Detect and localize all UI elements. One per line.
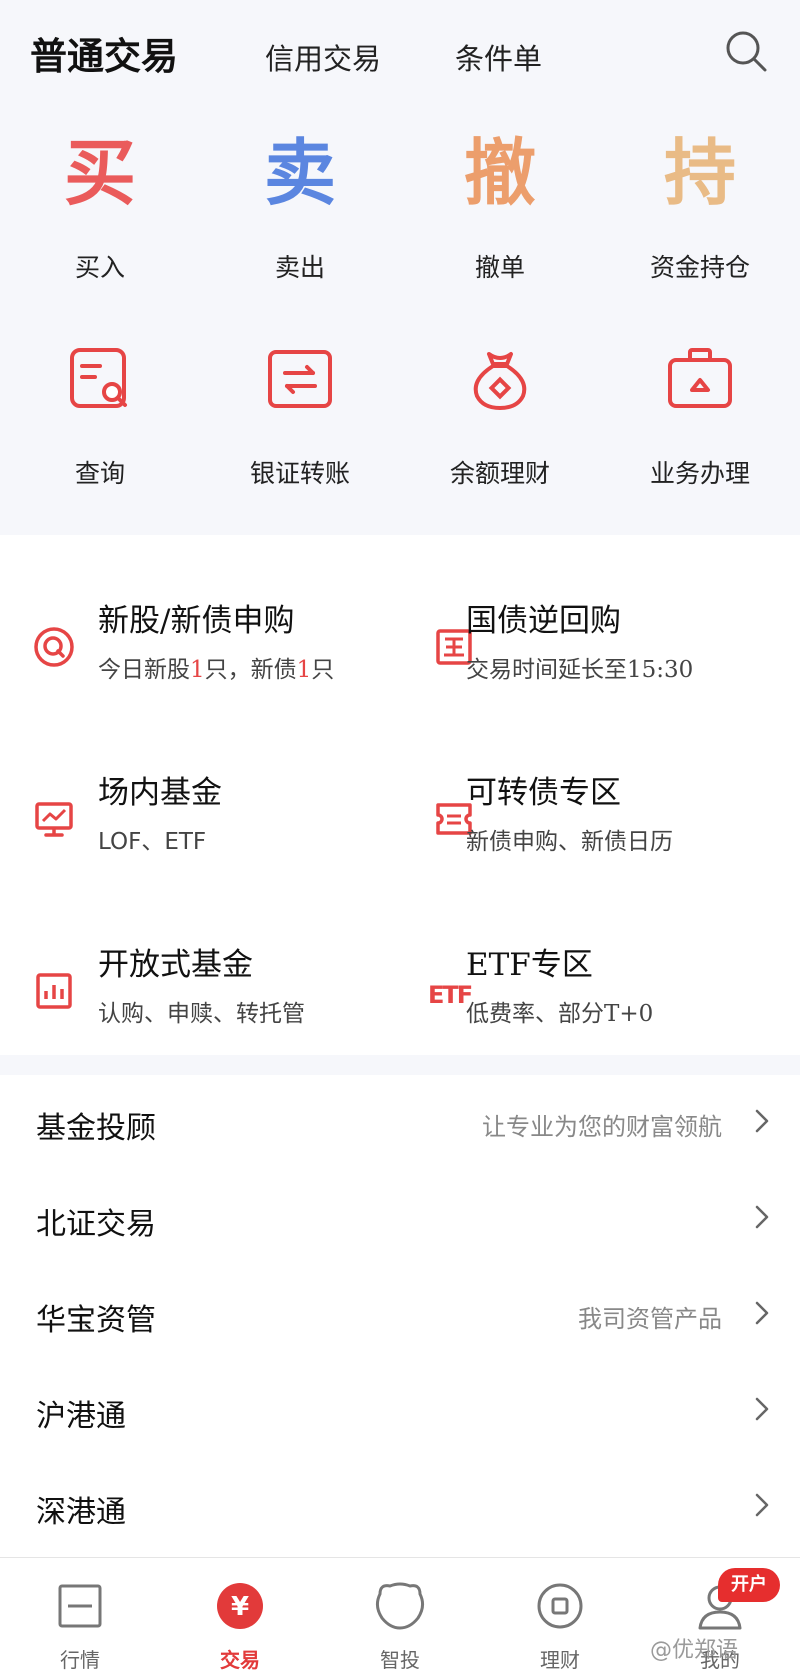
etf-zone-subtitle: 低费率、部分T+0 [466, 1001, 654, 1027]
feature-grid: 新股/新债申购 今日新股1只，新债1只 国债逆回购 交易时间延长至15:30 场… [0, 535, 800, 1055]
treasury-subtitle: 交易时间延长至15:30 [466, 657, 694, 683]
search-icon[interactable] [722, 27, 770, 75]
list-item-desc: 我司资管产品 [578, 1305, 722, 1333]
smart-invest-icon [375, 1582, 425, 1630]
list-item-label: 北证交易 [36, 1207, 156, 1242]
nav-wealth-label: 理财 [540, 1648, 580, 1672]
list-item-desc: 让专业为您的财富领航 [482, 1113, 722, 1141]
list-item-label: 深港通 [36, 1495, 126, 1530]
exchange-fund-entry[interactable]: 场内基金 LOF、ETF [0, 747, 400, 917]
nav-wealth[interactable]: 理财 [480, 1558, 640, 1679]
bank-transfer-button[interactable]: 银证转账 [200, 344, 400, 490]
open-fund-title: 开放式基金 [98, 947, 253, 983]
list-item-fund-advisory[interactable]: 基金投顾 让专业为您的财富领航 [0, 1075, 800, 1171]
convertible-bond-title: 可转债专区 [466, 775, 621, 811]
chevron-right-icon [755, 1205, 769, 1229]
chevron-right-icon [755, 1493, 769, 1517]
sell-label: 卖出 [274, 253, 325, 282]
tab-margin-trade[interactable]: 信用交易 [265, 36, 381, 78]
convertible-bond-subtitle: 新债申购、新债日历 [466, 829, 673, 855]
treasury-title: 国债逆回购 [466, 603, 621, 639]
query-icon [70, 348, 127, 408]
chevron-right-icon [755, 1397, 769, 1421]
transfer-icon [268, 350, 332, 408]
nav-smart-invest[interactable]: 智投 [320, 1558, 480, 1679]
list-item-label: 基金投顾 [36, 1111, 156, 1146]
cancel-order-icon: 撤 [463, 130, 536, 215]
briefcase-icon [668, 348, 732, 408]
bar-chart-icon [36, 973, 72, 1009]
open-fund-subtitle: 认购、申赎、转托管 [98, 1001, 305, 1027]
list-item-label: 沪港通 [36, 1399, 126, 1434]
ipo-subtitle: 今日新股1只，新债1只 [98, 657, 335, 683]
money-bag-icon [473, 352, 527, 410]
sell-icon: 卖 [263, 130, 336, 215]
chevron-right-icon [755, 1301, 769, 1325]
service-list: 基金投顾 让专业为您的财富领航 北证交易 华宝资管 我司资管产品 沪港通 深港通 [0, 1075, 800, 1555]
buy-icon: 买 [63, 130, 136, 215]
exchange-fund-subtitle: LOF、ETF [98, 829, 207, 855]
query-button[interactable]: 查询 [0, 344, 200, 490]
business-handling-label: 业务办理 [649, 459, 750, 488]
buy-button[interactable]: 买 买入 [0, 128, 200, 284]
tab-conditional-order[interactable]: 条件单 [455, 36, 542, 78]
bank-transfer-label: 银证转账 [249, 459, 350, 488]
nav-market[interactable]: 行情 [0, 1558, 160, 1679]
buy-label: 买入 [74, 253, 125, 282]
positions-button[interactable]: 持 资金持仓 [600, 128, 800, 284]
etf-zone-title: ETF专区 [466, 947, 593, 983]
section-divider [0, 1055, 800, 1075]
business-handling-button[interactable]: 业务办理 [600, 344, 800, 490]
yuan-icon: ¥ [217, 1583, 263, 1629]
exchange-fund-title: 场内基金 [98, 775, 222, 811]
list-item-label: 华宝资管 [36, 1303, 156, 1338]
market-icon [58, 1584, 102, 1628]
chart-monitor-icon [35, 802, 73, 837]
positions-icon: 持 [663, 130, 736, 215]
positions-label: 资金持仓 [649, 253, 750, 282]
ipo-icon [34, 627, 74, 667]
nav-smart-invest-label: 智投 [380, 1648, 420, 1672]
tab-normal-trade[interactable]: 普通交易 [30, 26, 178, 80]
cancel-order-button[interactable]: 撤 撤单 [400, 128, 600, 284]
top-panel: 普通交易 信用交易 条件单 买 买入 卖 卖出 撤 撤单 持 资金持仓 查询 银… [0, 0, 800, 535]
svg-text:¥: ¥ [231, 1592, 249, 1622]
balance-wealth-label: 余额理财 [449, 459, 550, 488]
nav-trade-label: 交易 [220, 1648, 260, 1672]
ipo-title: 新股/新债申购 [98, 603, 295, 639]
treasury-repo-entry[interactable]: 国债逆回购 交易时间延长至15:30 [400, 575, 800, 745]
watermark: @优郑语 [650, 1638, 739, 1663]
ipo-new-bond-count: 1 [296, 657, 312, 683]
list-item-huabao-asset-mgmt[interactable]: 华宝资管 我司资管产品 [0, 1267, 800, 1363]
chevron-right-icon [755, 1109, 769, 1133]
nav-trade[interactable]: ¥ 交易 [160, 1558, 320, 1679]
nav-market-label: 行情 [60, 1648, 100, 1672]
query-label: 查询 [74, 459, 125, 488]
wealth-icon [537, 1583, 583, 1629]
sell-button[interactable]: 卖 卖出 [200, 128, 400, 284]
list-item-shanghai-hk-connect[interactable]: 沪港通 [0, 1363, 800, 1459]
open-account-badge[interactable]: 开户 [718, 1568, 780, 1602]
balance-wealth-button[interactable]: 余额理财 [400, 344, 600, 490]
convertible-bond-entry[interactable]: 可转债专区 新债申购、新债日历 [400, 747, 800, 917]
ipo-subscription-entry[interactable]: 新股/新债申购 今日新股1只，新债1只 [0, 575, 400, 745]
list-item-shenzhen-hk-connect[interactable]: 深港通 [0, 1459, 800, 1555]
cancel-order-label: 撤单 [474, 253, 525, 282]
list-item-bse-trading[interactable]: 北证交易 [0, 1171, 800, 1267]
ipo-new-stock-count: 1 [190, 657, 205, 683]
